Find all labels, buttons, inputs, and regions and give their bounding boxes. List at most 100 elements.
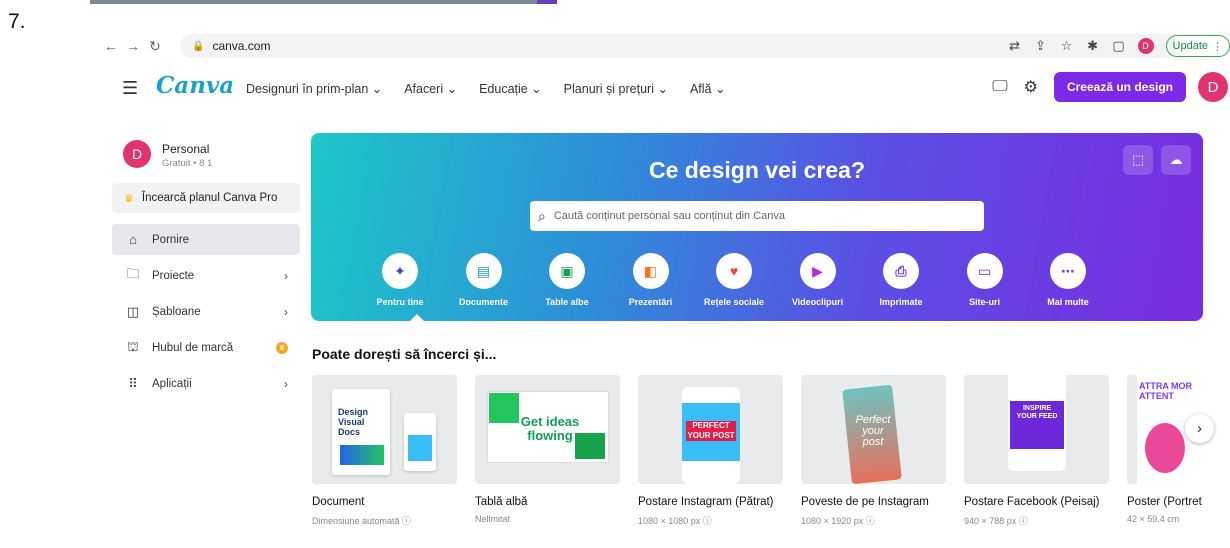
category-label: Videoclipuri: [791, 297, 844, 307]
heart-icon: ♥: [716, 253, 752, 289]
category-label: Imprimate: [879, 297, 923, 307]
category-print[interactable]: ⎙ Imprimate: [858, 253, 944, 307]
nav-education[interactable]: Educație ⌄: [479, 81, 542, 96]
card-facebook-post[interactable]: INSPIRE YOUR FEED Postare Facebook (Peis…: [964, 375, 1109, 527]
crown-icon: ♛: [124, 192, 134, 205]
forward-icon[interactable]: →: [122, 38, 144, 54]
card-title: Postare Facebook (Peisaj): [964, 496, 1100, 508]
search-input[interactable]: ⌕ Caută conținut personal sau conținut d…: [530, 201, 984, 231]
thumb-text: Get ideas flowing: [520, 414, 580, 443]
presentation-icon: ◧: [632, 253, 669, 289]
card-poster[interactable]: ATTRA MOR ATTENT Poster (Portret 42 × 59…: [1127, 375, 1230, 524]
hero-title: Ce design vei crea?: [648, 157, 866, 183]
nav-featured[interactable]: Designuri în prim-plan ⌄: [246, 81, 382, 96]
star-icon[interactable]: ☆: [1060, 38, 1074, 54]
carousel-next-button[interactable]: ›: [1185, 414, 1214, 443]
monitor-icon[interactable]: 🖵: [992, 78, 1007, 96]
gear-icon[interactable]: ⚙: [1024, 77, 1038, 97]
thumb-text: Perfect your post: [855, 414, 891, 448]
category-label: Documente: [458, 297, 508, 307]
document-icon: ▤: [465, 253, 502, 289]
card-title: Poster (Portret: [1127, 496, 1202, 508]
browser-profile-avatar[interactable]: D: [1137, 38, 1154, 54]
nav-business[interactable]: Afaceri ⌄: [404, 81, 457, 96]
chevron-right-icon: ›: [284, 304, 288, 319]
user-avatar[interactable]: D: [1198, 72, 1228, 102]
card-thumbnail: PERFECT YOUR POST: [638, 375, 783, 484]
sparkle-icon: ✦: [382, 253, 418, 289]
home-icon: ⌂: [129, 232, 137, 247]
sidebar-item-home[interactable]: ⌂ Pornire: [112, 224, 300, 255]
hamburger-menu-icon[interactable]: ☰: [122, 78, 138, 99]
reload-icon[interactable]: ↻: [144, 38, 166, 55]
card-title: Tablă albă: [475, 496, 528, 508]
category-label: Prezentări: [628, 297, 673, 307]
category-document[interactable]: ▤ Documente: [441, 253, 527, 307]
hero-tools: ⬚ ☁: [1123, 145, 1191, 175]
main-nav: Designuri în prim-plan ⌄ Afaceri ⌄ Educa…: [246, 81, 725, 96]
share-icon[interactable]: ⇪: [1034, 38, 1048, 54]
sidebar-item-templates[interactable]: ◫ Șabloane ›: [112, 296, 300, 327]
sidebar-item-label: Aplicații: [152, 377, 192, 390]
category-more[interactable]: ⋯ Mai multe: [1025, 253, 1111, 307]
account-avatar[interactable]: D: [123, 140, 151, 168]
lock-icon: 🔒: [192, 40, 205, 52]
extensions-icon[interactable]: ✱: [1086, 38, 1100, 54]
card-subtitle: Nelimitat: [475, 514, 511, 524]
url-text: canva.com: [212, 39, 271, 53]
card-thumbnail: ATTRA MOR ATTENT: [1127, 375, 1230, 484]
search-placeholder: Caută conținut personal sau conținut din…: [553, 210, 785, 222]
category-heart[interactable]: ♥ Rețele sociale: [691, 253, 777, 307]
create-design-button[interactable]: Creează un design: [1053, 72, 1186, 102]
canva-logo[interactable]: Canva: [156, 72, 234, 99]
card-instagram-story[interactable]: Perfect your post Poveste de pe Instagra…: [801, 375, 946, 527]
category-website[interactable]: ▭ Site-uri: [942, 253, 1028, 307]
category-label: Site-uri: [968, 297, 1000, 307]
nav-learn[interactable]: Află ⌄: [690, 81, 726, 96]
sidebar-item-apps[interactable]: ⠿ Aplicații ›: [112, 368, 300, 399]
category-label: Pentru tine: [376, 297, 424, 307]
brand-hub-icon: ⛫: [127, 338, 139, 354]
card-subtitle: Dimensiune automată ⓘ: [312, 516, 412, 526]
card-document[interactable]: Design Visual Docs Document Dimensiune a…: [312, 375, 457, 527]
translate-icon[interactable]: ⇄: [1008, 38, 1022, 54]
card-title: Document: [312, 496, 365, 508]
custom-size-icon[interactable]: ⬚: [1123, 145, 1153, 175]
category-row: ✦ Pentru tine ▤ Documente ▣ Table albe ◧ Prezen…: [357, 253, 1177, 313]
category-presentation[interactable]: ◧ Prezentări: [608, 253, 694, 307]
header-actions: 🖵 ⚙ Creează un design D: [992, 72, 1230, 102]
sidebar-item-label: Șabloane: [152, 305, 201, 318]
try-pro-button[interactable]: ♛ Încearcă planul Canva Pro: [112, 183, 300, 213]
browser-toolbar: ← → ↻ 🔒 canva.com ⇄ ⇪ ☆ ✱ ▢ D Update ⋮: [100, 34, 1230, 58]
kebab-icon: ⋮: [1212, 40, 1223, 53]
card-title: Poveste de pe Instagram: [801, 496, 929, 508]
card-thumbnail: Design Visual Docs: [312, 375, 457, 484]
browser-actions: ⇄ ⇪ ☆ ✱ ▢ D Update ⋮: [1008, 35, 1230, 57]
card-thumbnail: INSPIRE YOUR FEED: [964, 375, 1109, 484]
sidebar-item-brand-hub[interactable]: ⛫ Hubul de marcă ♛: [112, 332, 300, 363]
update-button[interactable]: Update ⋮: [1165, 35, 1230, 57]
suggestions-title: Poate dorești să încerci și...: [312, 346, 497, 362]
thumb-text: INSPIRE YOUR FEED: [1016, 405, 1058, 420]
card-whiteboard[interactable]: Get ideas flowing Tablă albă Nelimitat: [475, 375, 620, 524]
try-pro-label: Încearcă planul Canva Pro: [141, 192, 278, 204]
card-thumbnail: Perfect your post: [801, 375, 946, 484]
crown-badge-icon: ♛: [276, 341, 288, 354]
apps-grid-icon: ⠿: [128, 375, 138, 391]
category-sparkle[interactable]: ✦ Pentru tine: [357, 253, 443, 307]
card-instagram-post[interactable]: PERFECT YOUR POST Postare Instagram (Păt…: [638, 375, 783, 527]
nav-pricing[interactable]: Planuri și prețuri ⌄: [564, 81, 668, 96]
video-icon: ▶: [799, 253, 836, 289]
account-name[interactable]: Personal: [162, 142, 209, 156]
sidebar-item-projects[interactable]: 🗀 Proiecte ›: [112, 260, 300, 291]
back-icon[interactable]: ←: [100, 38, 122, 54]
cropped-image-strip: [90, 0, 557, 4]
thumb-text: PERFECT YOUR POST: [686, 421, 736, 441]
side-panel-icon[interactable]: ▢: [1112, 38, 1126, 54]
upload-icon[interactable]: ☁: [1161, 145, 1191, 175]
chevron-right-icon: ›: [284, 376, 288, 391]
card-thumbnail: Get ideas flowing: [475, 375, 620, 484]
category-video[interactable]: ▶ Videoclipuri: [775, 253, 861, 307]
category-whiteboard[interactable]: ▣ Table albe: [524, 253, 610, 307]
card-subtitle: 1080 × 1920 px ⓘ: [801, 516, 875, 526]
